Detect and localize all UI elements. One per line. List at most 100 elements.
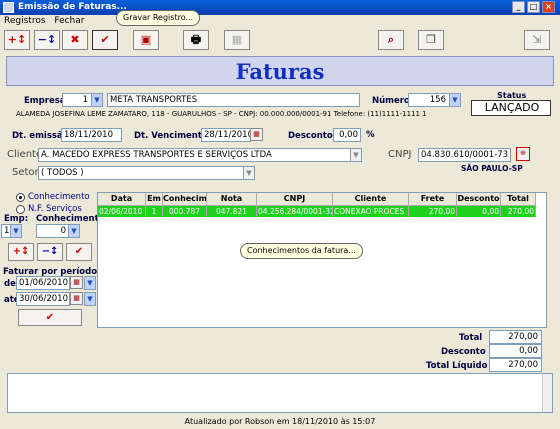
totals-panel: Total 270,00 Desconto 0,00 Total Líquido… <box>0 329 560 372</box>
chevron-down-icon[interactable]: ▼ <box>91 94 102 106</box>
emp-select[interactable]: 1 ▼ <box>1 224 22 238</box>
new-record-icon[interactable]: +↕ <box>4 30 30 50</box>
search-doc-icon[interactable]: ⌕ <box>378 30 404 50</box>
chevron-down-icon[interactable]: ▼ <box>85 277 95 289</box>
numero-select[interactable]: 156 ▼ <box>408 93 461 107</box>
setor-value: ( TODOS ) <box>41 168 84 178</box>
close-button[interactable]: × <box>542 1 555 13</box>
chevron-down-icon[interactable]: ▼ <box>10 225 21 237</box>
conhecimentos-grid[interactable]: Data Em Conhecim Nota Fiscal CNPJ Client… <box>97 192 547 328</box>
save-icon[interactable]: ✔ <box>92 30 118 50</box>
table-row[interactable]: 02/06/2010 1 000.787 047.821 04.256.284/… <box>98 206 536 217</box>
empresa-code-select[interactable]: 1 ▼ <box>62 93 103 107</box>
cnpj-field[interactable]: 04.830.610/0001-73 <box>418 148 511 162</box>
empresa-address: ALAMEDA JOSEFINA LEME ZAMATARO, 118 - GU… <box>16 110 427 118</box>
vencimento-field[interactable]: 28/11/2010 <box>201 128 251 142</box>
cell-conhecim: 000.787 <box>163 206 207 217</box>
col-cliente[interactable]: Cliente <box>333 193 409 206</box>
col-data[interactable]: Data <box>98 193 146 206</box>
calculator-icon[interactable]: ▣ <box>133 30 159 50</box>
status-badge: LANÇADO <box>471 100 551 116</box>
de-field[interactable]: 01/06/2010 <box>16 276 70 290</box>
memo-scrollbar[interactable] <box>542 374 552 412</box>
grid-icon[interactable]: ▦ <box>224 30 250 50</box>
conhecimento-radio[interactable] <box>16 193 25 202</box>
chevron-down-icon[interactable]: ▼ <box>350 149 361 161</box>
total-desconto-label: Desconto <box>441 347 486 357</box>
exit-icon[interactable]: ⇲ <box>524 30 550 50</box>
setor-select[interactable]: ( TODOS ) ▼ <box>38 166 255 180</box>
copy-doc-icon[interactable]: ❐ <box>418 30 444 50</box>
cell-desconto: 0,00 <box>457 206 501 217</box>
calendar-icon[interactable]: ▦ <box>250 128 263 141</box>
cell-total: 270,00 <box>501 206 536 217</box>
cliente-city: SÃO PAULO-SP <box>461 164 523 173</box>
remove-conh-button[interactable]: −↕ <box>37 243 63 261</box>
add-conh-button[interactable]: +↕ <box>8 243 34 261</box>
total-liquido-label: Total Líquido <box>426 361 488 371</box>
cliente-value: A. MACEDO EXPRESS TRANSPORTES E SERVIÇOS… <box>41 150 272 160</box>
calendar-icon[interactable]: ▦ <box>70 276 83 289</box>
chevron-down-icon[interactable]: ▼ <box>68 225 79 237</box>
cliente-select[interactable]: A. MACEDO EXPRESS TRANSPORTES E SERVIÇOS… <box>38 148 362 162</box>
emissao-field[interactable]: 18/11/2010 <box>61 128 122 142</box>
grid-header: Data Em Conhecim Nota Fiscal CNPJ Client… <box>98 193 536 206</box>
col-em[interactable]: Em <box>146 193 163 206</box>
lookup-icon[interactable]: ⊕ <box>516 147 530 161</box>
ate-dropdown[interactable]: ▼ <box>84 292 96 306</box>
ate-field[interactable]: 30/06/2010 <box>16 292 70 306</box>
page-title: Faturas <box>235 59 325 84</box>
numero-label: Número <box>372 96 410 106</box>
minimize-button[interactable]: _ <box>512 1 525 13</box>
conh-select[interactable]: 0 ▼ <box>36 224 80 238</box>
total-field: 270,00 <box>489 330 542 344</box>
app-icon <box>3 2 14 13</box>
col-frete[interactable]: Frete <box>409 193 457 206</box>
total-label: Total <box>459 333 483 343</box>
col-cnpj[interactable]: CNPJ <box>257 193 333 206</box>
menu-fechar[interactable]: Fechar <box>54 15 84 28</box>
cnpj-label: CNPJ <box>388 149 412 160</box>
edit-record-icon[interactable]: −↕ <box>34 30 60 50</box>
desconto-label: Desconto: <box>288 131 337 141</box>
vencimento-label: Dt. Vencimento: <box>134 131 212 141</box>
status-bar: Atualizado por Robson em 18/11/2010 às 1… <box>184 417 376 426</box>
calendar-icon[interactable]: ▦ <box>70 292 83 305</box>
desconto-field[interactable]: 0,00 <box>333 128 361 142</box>
page-banner: Faturas <box>6 56 554 86</box>
menu-registros[interactable]: Registros <box>4 15 46 28</box>
cell-em: 1 <box>146 206 163 217</box>
cell-cnpj: 04.256.284/0001-32 <box>258 206 333 217</box>
chevron-down-icon[interactable]: ▼ <box>85 293 95 305</box>
empresa-name-field[interactable]: META TRANSPORTES <box>107 93 360 107</box>
total-liquido-field: 270,00 <box>489 358 542 372</box>
numero-value: 156 <box>429 95 446 105</box>
maximize-button[interactable]: □ <box>527 1 540 13</box>
faturar-button[interactable]: ✔ <box>18 309 82 326</box>
print-icon[interactable]: 🖶 <box>183 30 209 50</box>
de-dropdown[interactable]: ▼ <box>84 276 96 290</box>
col-nota-fiscal[interactable]: Nota Fiscal <box>207 193 257 206</box>
col-desconto[interactable]: Desconto <box>457 193 501 206</box>
cell-cliente: CONEXAO PROCES <box>333 206 409 217</box>
empresa-label: Empresa <box>24 96 66 106</box>
chevron-down-icon[interactable]: ▼ <box>449 94 460 106</box>
menu-bar: Registros Fechar <box>0 15 560 28</box>
grid-tooltip: Conhecimentos da fatura... <box>240 243 363 259</box>
save-tooltip: Gravar Registro... <box>116 10 201 26</box>
observacoes-textarea[interactable] <box>7 373 553 413</box>
chevron-down-icon[interactable]: ▼ <box>243 167 254 179</box>
col-conhecim[interactable]: Conhecim <box>163 193 207 206</box>
cell-data: 02/06/2010 <box>98 206 146 217</box>
filter-panel: Conhecimento N.F. Serviços Emp: Conhecim… <box>1 192 108 328</box>
col-total[interactable]: Total <box>501 193 536 206</box>
cell-frete: 270,00 <box>409 206 457 217</box>
setor-label: Setor <box>12 167 39 178</box>
empresa-code-value: 1 <box>82 95 88 105</box>
main-window: Emissão de Faturas... _ □ × Registros Fe… <box>0 0 560 429</box>
toolbar: +↕ −↕ ✖ ✔ ▣ 🖶 ▦ ⌕ ❐ ⇲ <box>0 28 560 52</box>
cell-nota-fiscal: 047.821 <box>207 206 257 217</box>
conhecimento-radio-label: Conhecimento <box>28 192 90 202</box>
delete-icon[interactable]: ✖ <box>62 30 88 50</box>
confirm-conh-button[interactable]: ✔ <box>66 243 92 261</box>
